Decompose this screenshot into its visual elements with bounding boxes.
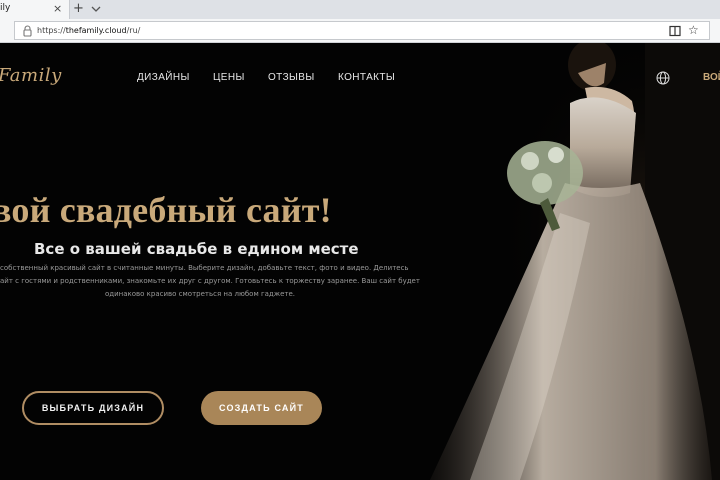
hero-description-line: айт с гостями и родственниками, знакомьт… <box>0 277 420 285</box>
hero-description-line: собственный красивый сайт в считанные ми… <box>0 264 409 272</box>
reading-view-icon[interactable] <box>669 25 681 37</box>
url-scheme: https:// <box>37 26 66 35</box>
nav-designs[interactable]: ДИЗАЙНЫ <box>137 72 190 83</box>
globe-icon[interactable] <box>656 71 670 85</box>
chevron-down-icon[interactable] <box>90 2 102 16</box>
nav-reviews[interactable]: ОТЗЫВЫ <box>268 72 315 83</box>
website-viewport: Family ДИЗАЙНЫ ЦЕНЫ ОТЗЫВЫ КОНТАКТЫ ВОЙ … <box>0 43 720 480</box>
browser-tabbar: ily × + <box>0 0 720 19</box>
address-bar[interactable]: https://thefamily.cloud/ru/ ☆ <box>14 21 710 40</box>
close-icon[interactable]: × <box>53 2 62 16</box>
login-link[interactable]: ВОЙ <box>703 72 720 83</box>
hero-title: вой свадебный сайт! <box>0 190 332 230</box>
plus-icon[interactable]: + <box>73 1 84 17</box>
hero-subtitle: Все о вашей свадьбе в едином месте <box>34 240 359 258</box>
tab-title: ily <box>0 3 11 13</box>
choose-design-button[interactable]: ВЫБРАТЬ ДИЗАЙН <box>22 391 164 425</box>
site-logo[interactable]: Family <box>0 65 62 86</box>
hero-description-line: одинаково красиво смотреться на любом га… <box>105 290 295 298</box>
nav-prices[interactable]: ЦЕНЫ <box>213 72 245 83</box>
create-site-button[interactable]: СОЗДАТЬ САЙТ <box>201 391 322 425</box>
hero-description: собственный красивый сайт в считанные ми… <box>0 262 420 301</box>
url-path: /ru/ <box>126 26 141 35</box>
browser-toolbar: https://thefamily.cloud/ru/ ☆ <box>0 19 720 43</box>
lock-icon <box>23 25 32 37</box>
nav-contacts[interactable]: КОНТАКТЫ <box>338 72 395 83</box>
browser-tab[interactable]: ily × <box>0 0 70 19</box>
url-text[interactable]: https://thefamily.cloud/ru/ <box>37 26 140 35</box>
url-host: thefamily.cloud <box>65 26 127 35</box>
star-icon[interactable]: ☆ <box>688 23 699 37</box>
